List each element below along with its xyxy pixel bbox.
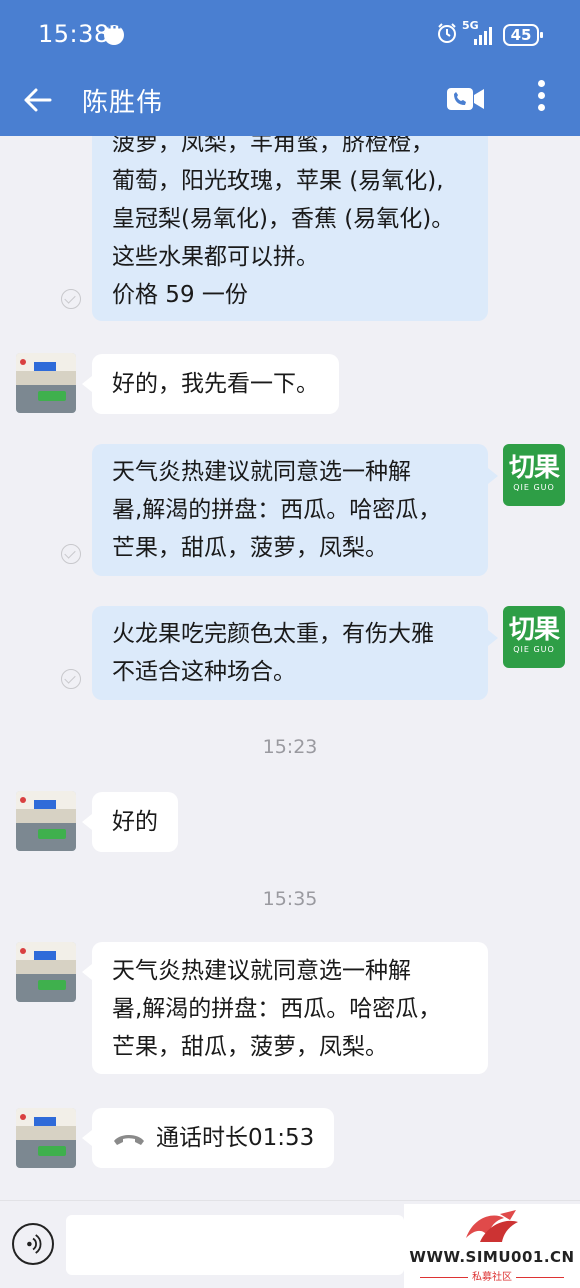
chat-area[interactable]: 菠萝，凤梨，羊角蜜，脐橙橙， 葡萄，阳光玫瑰，苹果 (易氧化), 皇冠梨(易氧化… — [0, 136, 580, 1200]
battery-icon: 45 — [503, 24, 543, 46]
outgoing-message[interactable]: 天气炎热建议就同意选一种解 暑,解渴的拼盘：西瓜。哈密瓜， 芒果，甜瓜，菠萝，凤… — [92, 444, 498, 576]
outgoing-message[interactable]: 火龙果吃完颜色太重，有伤大雅 不适合这种场合。 — [92, 606, 498, 700]
signal-icon — [474, 27, 492, 45]
message-line: 天气炎热建议就同意选一种解 — [112, 459, 411, 485]
message-timestamp: 15:23 — [262, 736, 318, 758]
message-text: 好的，我先看一下。 — [112, 371, 319, 397]
message-line: 暑,解渴的拼盘：西瓜。哈密瓜， — [112, 996, 442, 1022]
message-line: 天气炎热建议就同意选一种解 — [112, 958, 411, 984]
incoming-message[interactable]: 好的，我先看一下。 — [82, 354, 339, 414]
read-check-icon — [61, 289, 81, 309]
message-line: 价格 59 一份 — [112, 282, 248, 308]
watermark: WWW.SIMU001.CN 私募社区 — [404, 1204, 580, 1288]
call-duration: 通话时长01:53 — [156, 1125, 315, 1151]
message-line: 芒果，甜瓜，菠萝，凤梨。 — [112, 535, 388, 561]
contact-avatar[interactable] — [16, 353, 76, 413]
message-line: 这些水果都可以拼。 — [112, 244, 319, 270]
read-check-icon — [61, 544, 81, 564]
user-avatar-logo[interactable]: 切果 QIE GUO — [503, 606, 565, 668]
message-text: 好的 — [112, 809, 158, 835]
message-input[interactable] — [66, 1215, 404, 1275]
message-notification-icon — [104, 21, 124, 45]
message-line: 菠萝，凤梨，羊角蜜，脐橙橙， — [112, 136, 434, 156]
more-options-icon[interactable] — [535, 80, 547, 120]
status-bar: 15:38 5G 45 — [0, 0, 580, 70]
alarm-icon — [438, 23, 456, 43]
contact-name: 陈胜伟 — [82, 88, 164, 118]
message-line: 不适合这种场合。 — [112, 659, 296, 685]
watermark-url: WWW.SIMU001.CN — [409, 1248, 575, 1266]
incoming-message[interactable]: 天气炎热建议就同意选一种解 暑,解渴的拼盘：西瓜。哈密瓜， 芒果，甜瓜，菠萝，凤… — [82, 942, 488, 1074]
message-line: 暑,解渴的拼盘：西瓜。哈密瓜， — [112, 497, 442, 523]
user-avatar-logo[interactable]: 切果 QIE GUO — [503, 444, 565, 506]
status-time: 15:38 — [38, 20, 110, 48]
chat-header: 陈胜伟 — [0, 70, 580, 136]
watermark-subtitle: 私募社区 — [404, 1268, 580, 1283]
top-bar: 15:38 5G 45 陈胜伟 — [0, 0, 580, 136]
incoming-message[interactable]: 好的 — [82, 792, 178, 852]
phone-hangup-icon — [114, 1134, 144, 1145]
video-call-icon[interactable] — [446, 85, 486, 113]
message-line: 火龙果吃完颜色太重，有伤大雅 — [112, 621, 434, 647]
call-record-message[interactable]: 通话时长01:53 — [81, 1108, 335, 1168]
contact-avatar[interactable] — [16, 942, 76, 1002]
outgoing-message[interactable]: 菠萝，凤梨，羊角蜜，脐橙橙， 葡萄，阳光玫瑰，苹果 (易氧化), 皇冠梨(易氧化… — [92, 136, 488, 321]
voice-input-icon[interactable] — [12, 1223, 54, 1265]
message-timestamp: 15:35 — [262, 888, 318, 910]
watermark-logo-icon — [466, 1210, 518, 1242]
message-line: 皇冠梨(易氧化)，香蕉 (易氧化)。 — [112, 206, 455, 232]
back-arrow-icon[interactable] — [20, 82, 56, 118]
message-line: 芒果，甜瓜，菠萝，凤梨。 — [112, 1034, 388, 1060]
contact-avatar[interactable] — [16, 1108, 76, 1168]
message-line: 葡萄，阳光玫瑰，苹果 (易氧化), — [112, 168, 444, 194]
read-check-icon — [61, 669, 81, 689]
contact-avatar[interactable] — [16, 791, 76, 851]
